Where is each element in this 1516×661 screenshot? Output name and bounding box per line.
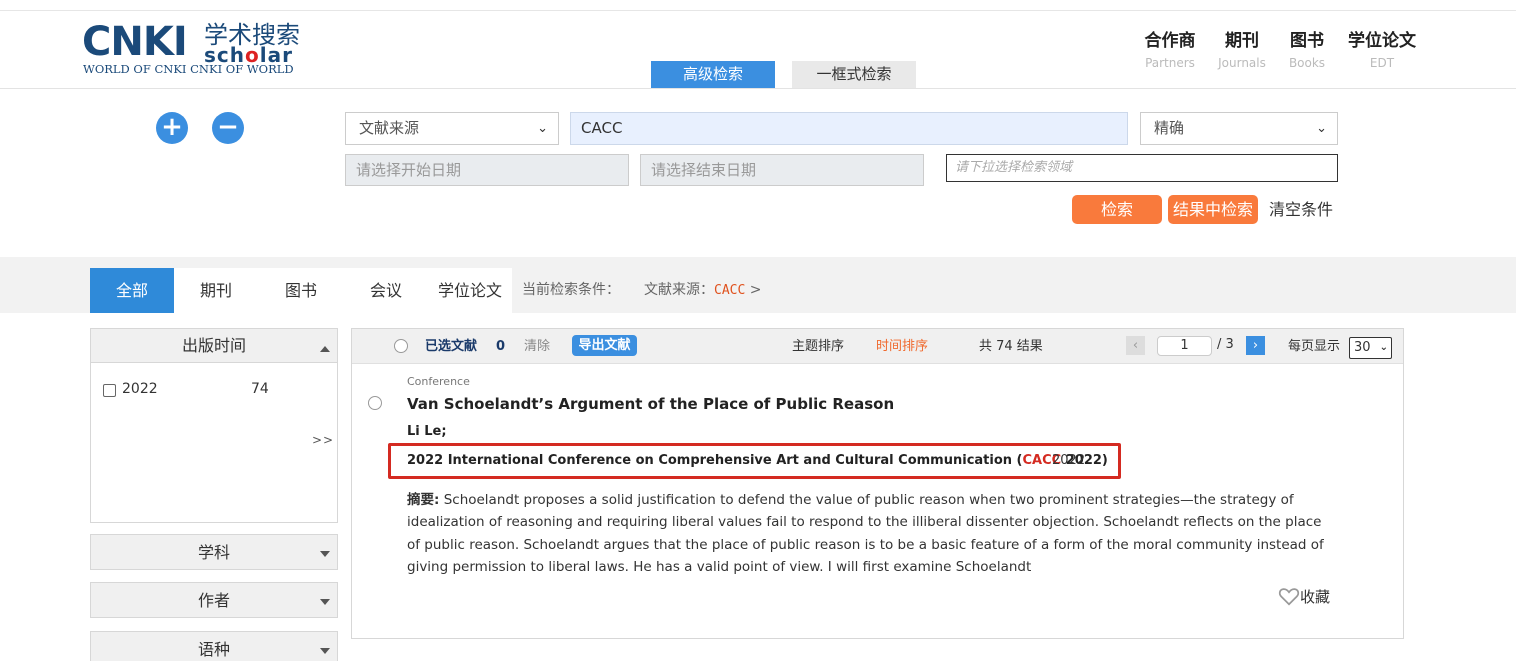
nav-partners-zh: 合作商 [1144, 31, 1196, 51]
select-all-radio[interactable] [394, 339, 408, 353]
sort-time-link[interactable]: 时间排序 [876, 329, 928, 364]
domain-select-input[interactable]: 请下拉选择检索领域 [946, 154, 1338, 182]
tab-one-box-search[interactable]: 一框式检索 [792, 61, 916, 88]
nav-edt[interactable]: 学位论文 EDT [1342, 30, 1422, 74]
heart-icon [1278, 588, 1300, 606]
tab-conferences[interactable]: 会议 [344, 268, 428, 313]
page-number-input[interactable]: 1 [1157, 336, 1212, 356]
filter-pub-time-header[interactable]: 出版时间 [91, 329, 337, 363]
next-page-button[interactable]: › [1246, 336, 1265, 355]
condition-field: 文献来源： [644, 282, 714, 298]
end-date-input[interactable]: 请选择结束日期 [640, 154, 924, 186]
nav-journals-en: Journals [1218, 56, 1266, 70]
search-button[interactable]: 检索 [1072, 195, 1162, 224]
search-query-value: CACC [581, 119, 623, 137]
filter-author[interactable]: 作者 [90, 582, 338, 618]
tab-dissertations[interactable]: 学位论文 [428, 268, 512, 313]
favorite-button[interactable]: 收藏 [1278, 587, 1330, 607]
start-date-input[interactable]: 请选择开始日期 [345, 154, 629, 186]
year-2022-label[interactable]: 2022 [122, 381, 158, 397]
match-select-value: 精确 [1154, 119, 1185, 137]
current-condition-label: 当前检索条件： [522, 282, 620, 298]
result-title[interactable]: Van Schoelandt’s Argument of the Place o… [407, 395, 894, 413]
chevron-down-icon: ⌄ [537, 121, 548, 136]
nav-edt-zh: 学位论文 [1348, 31, 1416, 51]
nav-books[interactable]: 图书 Books [1277, 30, 1337, 74]
tab-advanced-search[interactable]: 高级检索 [651, 61, 775, 88]
expand-down-icon [320, 599, 330, 605]
header-divider [0, 88, 1516, 89]
tab-books[interactable]: 图书 [258, 268, 344, 313]
remove-condition-button[interactable]: − [212, 112, 244, 144]
plus-icon: + [161, 112, 183, 142]
collapse-up-icon[interactable] [320, 346, 330, 352]
minus-icon: − [217, 112, 239, 142]
selected-label: 已选文献 [425, 339, 478, 354]
source-highlight-box [388, 443, 1121, 479]
nav-books-en: Books [1288, 56, 1326, 70]
favorite-label: 收藏 [1300, 588, 1331, 606]
expand-down-icon [320, 551, 330, 557]
nav-partners[interactable]: 合作商 Partners [1140, 30, 1200, 74]
per-page-select[interactable]: 30 ⌄ [1349, 337, 1392, 359]
logo-main: CNKI [82, 19, 188, 65]
filter-author-title: 作者 [197, 591, 230, 610]
end-date-placeholder: 请选择结束日期 [651, 161, 757, 179]
nav-edt-en: EDT [1369, 56, 1395, 70]
nav-journals-zh: 期刊 [1225, 31, 1259, 51]
chevron-right-icon: › [1252, 338, 1259, 353]
search-query-input[interactable]: CACC [570, 112, 1128, 145]
logo-slogan: WORLD OF CNKI CNKI OF WORLD [83, 62, 294, 76]
clear-conditions-link[interactable]: 清空条件 [1269, 195, 1333, 224]
abstract-text: Schoelandt proposes a solid justificatio… [407, 492, 1324, 575]
results-panel [351, 328, 1404, 639]
prev-page-button[interactable]: ‹ [1126, 336, 1145, 355]
field-select[interactable]: 文献来源 ⌄ [345, 112, 559, 145]
result-type: Conference [407, 375, 470, 388]
field-select-value: 文献来源 [359, 119, 420, 137]
year-2022-checkbox[interactable] [103, 384, 116, 397]
condition-value: CACC [714, 283, 746, 298]
filter-subject-title: 学科 [197, 543, 230, 562]
domain-placeholder: 请下拉选择检索领域 [955, 160, 1073, 175]
nav-partners-en: Partners [1145, 56, 1195, 70]
start-date-placeholder: 请选择开始日期 [356, 161, 462, 179]
filter-language-title: 语种 [197, 640, 230, 659]
per-page-value: 30 [1354, 340, 1371, 355]
chevron-left-icon: ‹ [1132, 338, 1139, 353]
match-select[interactable]: 精确 ⌄ [1140, 112, 1338, 145]
expand-down-icon [320, 648, 330, 654]
result-abstract: 摘要: Schoelandt proposes a solid justific… [407, 489, 1332, 578]
chevron-down-icon: ⌄ [1316, 121, 1327, 136]
cnki-logo[interactable]: CNKI 学术搜索 scholar WORLD OF CNKI CNKI OF … [82, 22, 302, 78]
chevron-down-icon: ⌄ [1379, 342, 1388, 353]
filter-pub-time: 出版时间 2022 74 >> [90, 328, 338, 523]
selected-count: 0 [496, 339, 506, 354]
sort-topic-link[interactable]: 主题排序 [792, 329, 844, 364]
add-condition-button[interactable]: + [156, 112, 188, 144]
filter-language[interactable]: 语种 [90, 631, 338, 661]
more-years-link[interactable]: >> [312, 433, 334, 447]
result-select-radio[interactable] [368, 396, 382, 410]
per-page-label: 每页显示 [1288, 339, 1341, 354]
page-total: / 3 [1217, 337, 1234, 352]
chevron-right-icon: > [749, 282, 762, 298]
total-results: 共 74 结果 [979, 339, 1043, 354]
nav-journals[interactable]: 期刊 Journals [1212, 30, 1272, 74]
result-authors[interactable]: Li Le; [407, 424, 447, 439]
tab-journals[interactable]: 期刊 [174, 268, 258, 313]
filter-pub-time-title: 出版时间 [181, 336, 246, 355]
clear-selection-link[interactable]: 清除 [524, 329, 550, 364]
nav-books-zh: 图书 [1290, 31, 1324, 51]
search-within-results-button[interactable]: 结果中检索 [1168, 195, 1258, 224]
filter-subject[interactable]: 学科 [90, 534, 338, 570]
current-condition[interactable]: 文献来源：CACC > [644, 268, 762, 313]
abstract-label: 摘要: [407, 492, 440, 508]
top-divider [0, 10, 1516, 11]
export-button[interactable]: 导出文献 [572, 335, 637, 356]
year-2022-count: 74 [251, 381, 269, 397]
tab-all[interactable]: 全部 [90, 268, 174, 313]
